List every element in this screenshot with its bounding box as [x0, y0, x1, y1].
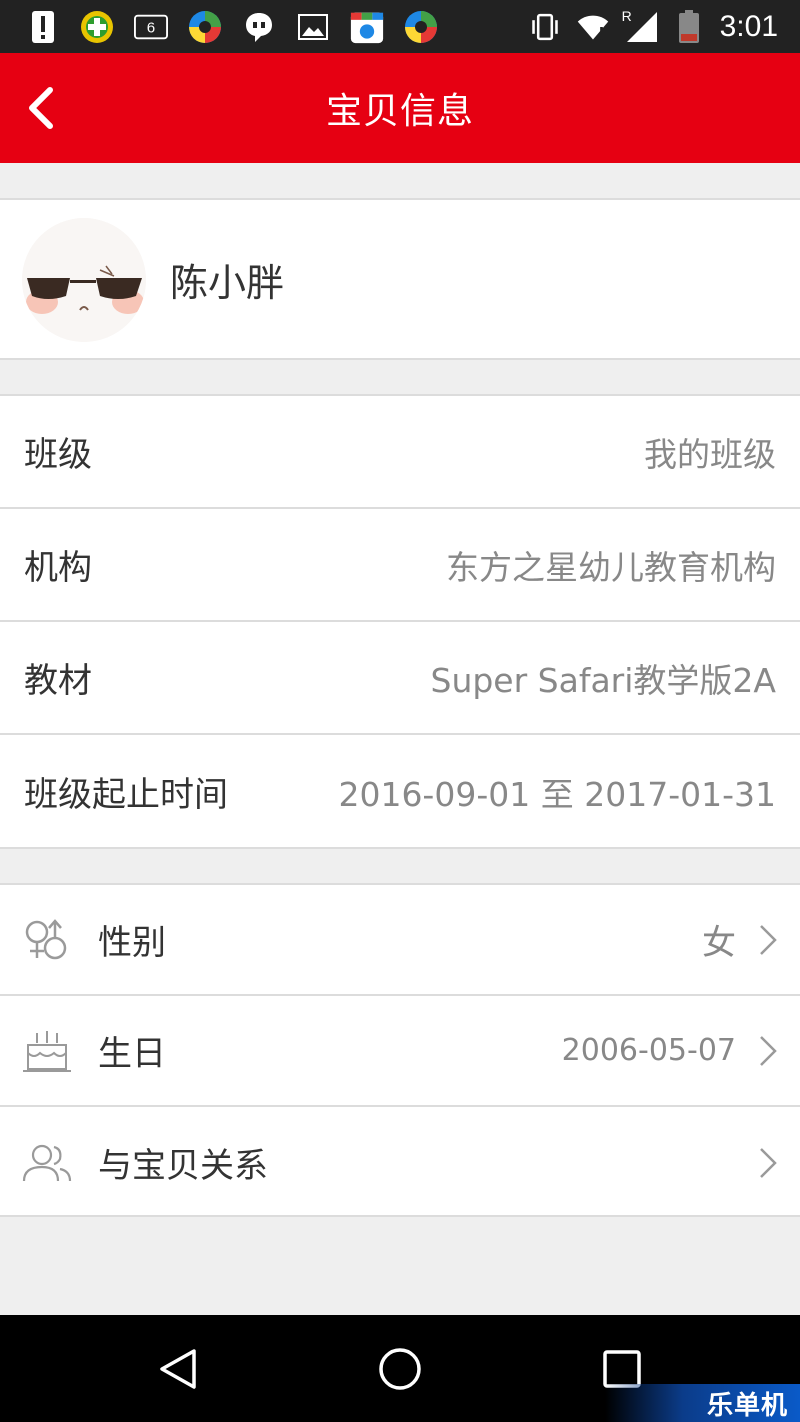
status-clock: 3:01	[719, 9, 778, 43]
gender-value: 女	[702, 923, 736, 963]
relationship-row[interactable]: 与宝贝关系	[0, 1107, 800, 1218]
birthday-label: 生日	[98, 1034, 166, 1074]
relationship-label: 与宝贝关系	[98, 1146, 268, 1186]
child-name: 陈小胖	[170, 261, 285, 305]
wifi-icon	[576, 10, 610, 44]
gender-label: 性别	[98, 923, 166, 963]
info-value: 东方之星幼儿教育机构	[446, 547, 776, 587]
info-row-institution: 机构 东方之星幼儿教育机构	[0, 509, 800, 622]
chevron-left-icon	[29, 87, 53, 129]
image-icon	[296, 10, 330, 44]
watermark: 乐单机	[605, 1384, 800, 1422]
system-nav-bar: 乐单机	[0, 1315, 800, 1422]
app-bar: 宝贝信息	[0, 53, 800, 163]
svg-text:6: 6	[147, 19, 155, 36]
nav-home-button[interactable]	[370, 1341, 430, 1397]
watermark-text: 乐单机	[706, 1390, 788, 1421]
recents-square-icon	[603, 1350, 641, 1388]
info-label: 机构	[24, 548, 92, 588]
roaming-label: R	[621, 7, 632, 24]
chevron-right-icon	[758, 923, 778, 957]
info-label: 班级起止时间	[24, 775, 228, 815]
info-label: 班级	[24, 435, 92, 475]
status-bar: 6 R 3:01	[0, 0, 800, 53]
back-button[interactable]	[16, 78, 66, 138]
app-icon	[188, 10, 222, 44]
add-circle-icon	[80, 10, 114, 44]
birthday-row[interactable]: 生日 2006-05-07	[0, 996, 800, 1107]
info-value: Super Safari教学版2A	[430, 660, 777, 700]
calendar-app-icon	[350, 10, 384, 44]
chevron-right-icon	[758, 1146, 778, 1180]
info-row-class-period: 班级起止时间 2016-09-01 至 2017-01-31	[0, 735, 800, 848]
avatar[interactable]	[22, 218, 146, 342]
birthday-value: 2006-05-07	[561, 1033, 736, 1068]
battery-icon	[672, 9, 706, 44]
back-triangle-icon	[160, 1349, 196, 1389]
class-info-card: 班级 我的班级 机构 东方之星幼儿教育机构 教材 Super Safari教学版…	[0, 394, 800, 849]
birthday-cake-icon	[22, 1026, 72, 1076]
info-value: 我的班级	[644, 434, 776, 474]
vibrate-icon	[528, 10, 562, 44]
sim-badge-icon: 6	[134, 10, 168, 44]
people-icon	[22, 1138, 72, 1188]
chat-icon	[242, 10, 276, 44]
gender-row[interactable]: 性别 女	[0, 885, 800, 996]
app-icon	[404, 10, 438, 44]
page-title: 宝贝信息	[325, 91, 474, 132]
child-details-card: 性别 女 生日 2006-05-07 与宝贝关系	[0, 883, 800, 1217]
info-label: 教材	[24, 661, 92, 701]
info-row-textbook: 教材 Super Safari教学版2A	[0, 622, 800, 735]
alert-icon	[26, 10, 60, 44]
profile-card[interactable]: 陈小胖	[0, 198, 800, 360]
chevron-right-icon	[758, 1034, 778, 1068]
home-circle-icon	[379, 1348, 421, 1390]
gender-icon	[22, 915, 72, 965]
nav-back-button[interactable]	[148, 1341, 208, 1397]
cell-signal-icon: R	[621, 7, 658, 44]
info-value: 2016-09-01 至 2017-01-31	[338, 774, 776, 814]
info-row-class: 班级 我的班级	[0, 396, 800, 509]
